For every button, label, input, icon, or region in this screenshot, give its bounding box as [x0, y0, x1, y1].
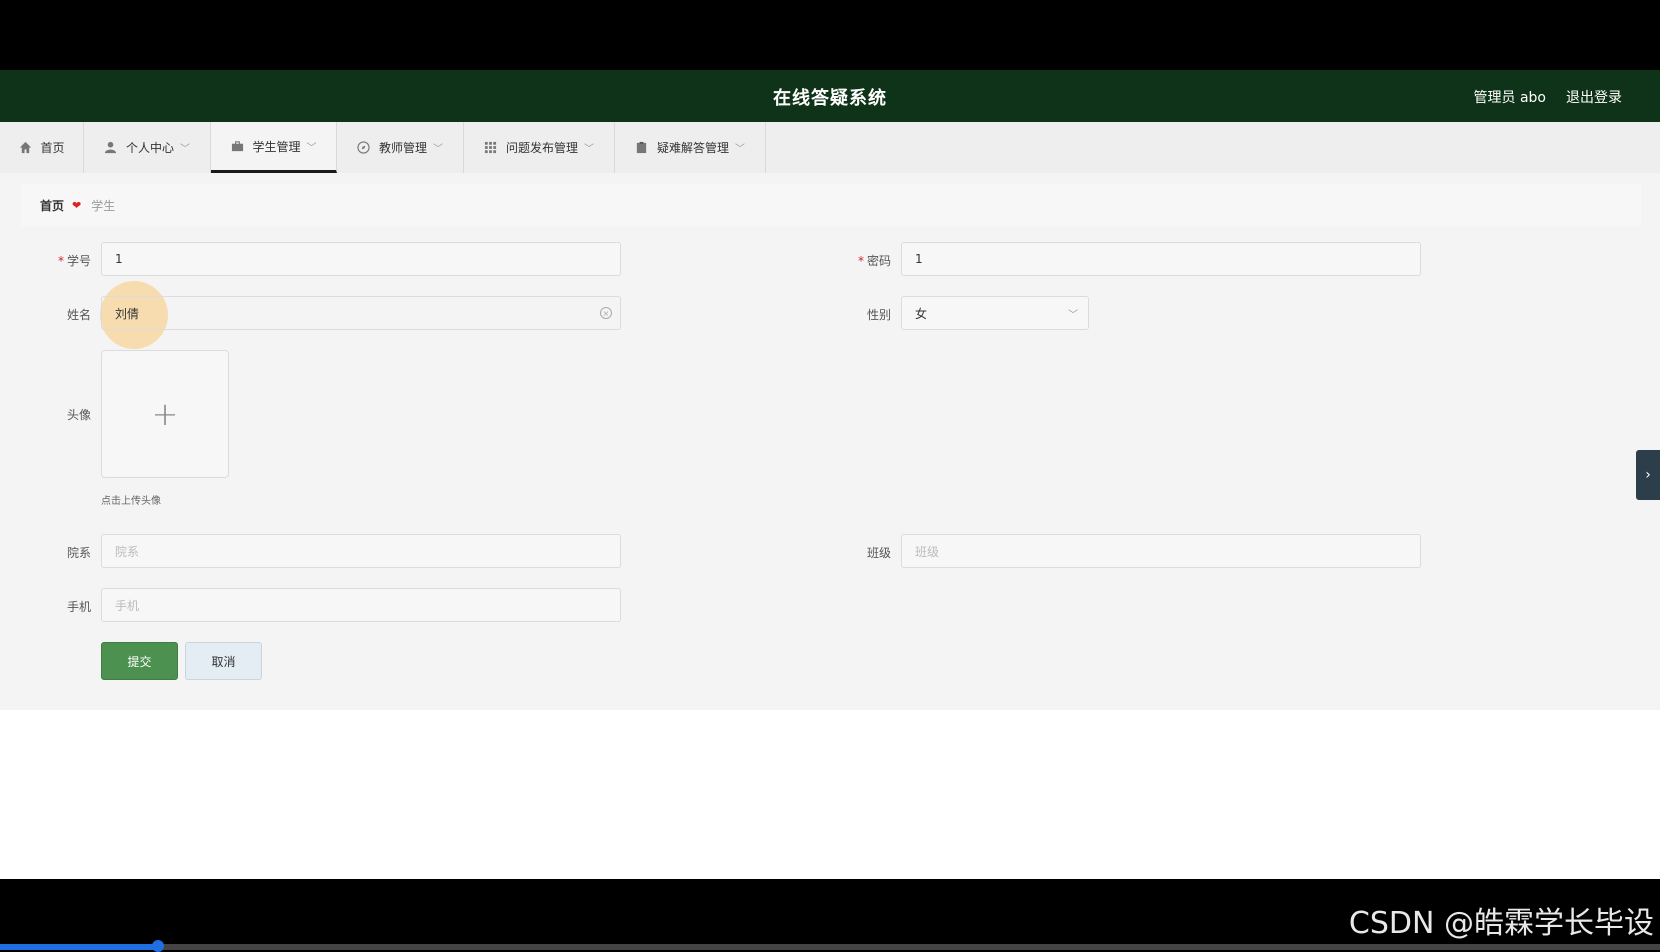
chevron-right-icon: › — [1645, 467, 1651, 483]
name-input[interactable]: 刘倩 × — [101, 296, 621, 330]
breadcrumb-home[interactable]: 首页 — [40, 197, 64, 214]
watermark: CSDN @皓霖学长毕设 — [1348, 906, 1654, 941]
gender-label: 性别 — [866, 308, 891, 322]
phone-label: 手机 — [66, 600, 91, 614]
user-icon — [104, 141, 118, 155]
nav-item-student-management[interactable]: 学生管理 ﹀ — [211, 122, 337, 173]
plus-icon: + — [151, 395, 179, 433]
chevron-down-icon: ﹀ — [584, 144, 594, 155]
chevron-down-icon: ﹀ — [306, 142, 317, 154]
chevron-down-icon: ﹀ — [1068, 310, 1078, 321]
home-icon — [18, 141, 32, 155]
nav-label: 首页 — [40, 141, 65, 155]
required-mark: * — [857, 254, 864, 268]
video-progress-knob[interactable] — [151, 940, 164, 952]
department-label: 院系 — [66, 546, 91, 560]
nav-label: 学生管理 — [252, 139, 301, 154]
grid-icon — [484, 141, 498, 155]
department-input[interactable]: 院系 — [101, 534, 621, 568]
student-form: * 学号 1 * 密码 1 姓名 刘倩 × 性别 女 ﹀ 头像 + 点击上传头像 院… — [21, 234, 1641, 710]
password-label: * 密码 — [857, 254, 891, 268]
breadcrumb: 首页 ❤ 学生 — [21, 184, 1641, 226]
class-input[interactable]: 班级 — [901, 534, 1421, 568]
chevron-down-icon: ﹀ — [735, 144, 745, 155]
video-progress-track[interactable] — [0, 944, 1660, 950]
nav-label: 教师管理 — [378, 141, 427, 155]
nav-item-qa-answer-management[interactable]: 疑难解答管理 ﹀ — [615, 122, 766, 173]
app-title: 在线答疑系统 — [773, 88, 887, 109]
current-user: 管理员 abo — [1473, 90, 1546, 106]
required-mark: * — [57, 254, 64, 268]
nav-label: 问题发布管理 — [505, 141, 578, 155]
password-input[interactable]: 1 — [901, 242, 1421, 276]
nav-item-teacher-management[interactable]: 教师管理 ﹀ — [337, 122, 464, 173]
logout-link[interactable]: 退出登录 — [1566, 87, 1622, 107]
nav-label: 疑难解答管理 — [656, 141, 729, 155]
nav-item-home[interactable]: 首页 — [0, 122, 84, 173]
compass-icon — [357, 141, 371, 155]
avatar-upload[interactable]: + — [101, 350, 229, 478]
nav-label: 个人中心 — [125, 141, 174, 155]
name-label: 姓名 — [66, 308, 91, 322]
breadcrumb-current: 学生 — [91, 198, 116, 213]
chevron-down-icon: ﹀ — [180, 144, 190, 155]
app-window: 在线答疑系统 管理员 abo 退出登录 首页 个人中心 ﹀ 学生管理 ﹀ 教师管… — [0, 70, 1660, 879]
class-label: 班级 — [866, 546, 891, 560]
clear-icon[interactable]: × — [600, 307, 612, 319]
student-id-label: * 学号 — [57, 254, 91, 268]
top-nav: 首页 个人中心 ﹀ 学生管理 ﹀ 教师管理 ﹀ 问题发布管理 ﹀ 疑难解答管理 … — [0, 122, 1660, 173]
nav-item-question-publish-management[interactable]: 问题发布管理 ﹀ — [464, 122, 615, 173]
avatar-label: 头像 — [66, 408, 91, 422]
clipboard-icon — [635, 141, 649, 155]
name-value: 刘倩 — [115, 306, 140, 321]
chevron-down-icon: ﹀ — [433, 144, 443, 155]
gender-value: 女 — [915, 306, 928, 321]
nav-item-personal-center[interactable]: 个人中心 ﹀ — [84, 122, 211, 173]
student-id-input[interactable]: 1 — [101, 242, 621, 276]
video-top-letterbox — [0, 0, 1660, 70]
video-progress-fill — [0, 944, 158, 950]
side-panel-toggle[interactable]: › — [1636, 450, 1660, 500]
cancel-button[interactable]: 取消 — [185, 642, 262, 680]
avatar-upload-hint: 点击上传头像 — [101, 496, 161, 507]
gender-select[interactable]: 女 ﹀ — [901, 296, 1089, 330]
app-header: 在线答疑系统 管理员 abo 退出登录 — [0, 70, 1660, 122]
heart-icon: ❤ — [72, 198, 82, 212]
briefcase-icon — [230, 139, 244, 153]
submit-button[interactable]: 提交 — [101, 642, 178, 680]
phone-input[interactable]: 手机 — [101, 588, 621, 622]
